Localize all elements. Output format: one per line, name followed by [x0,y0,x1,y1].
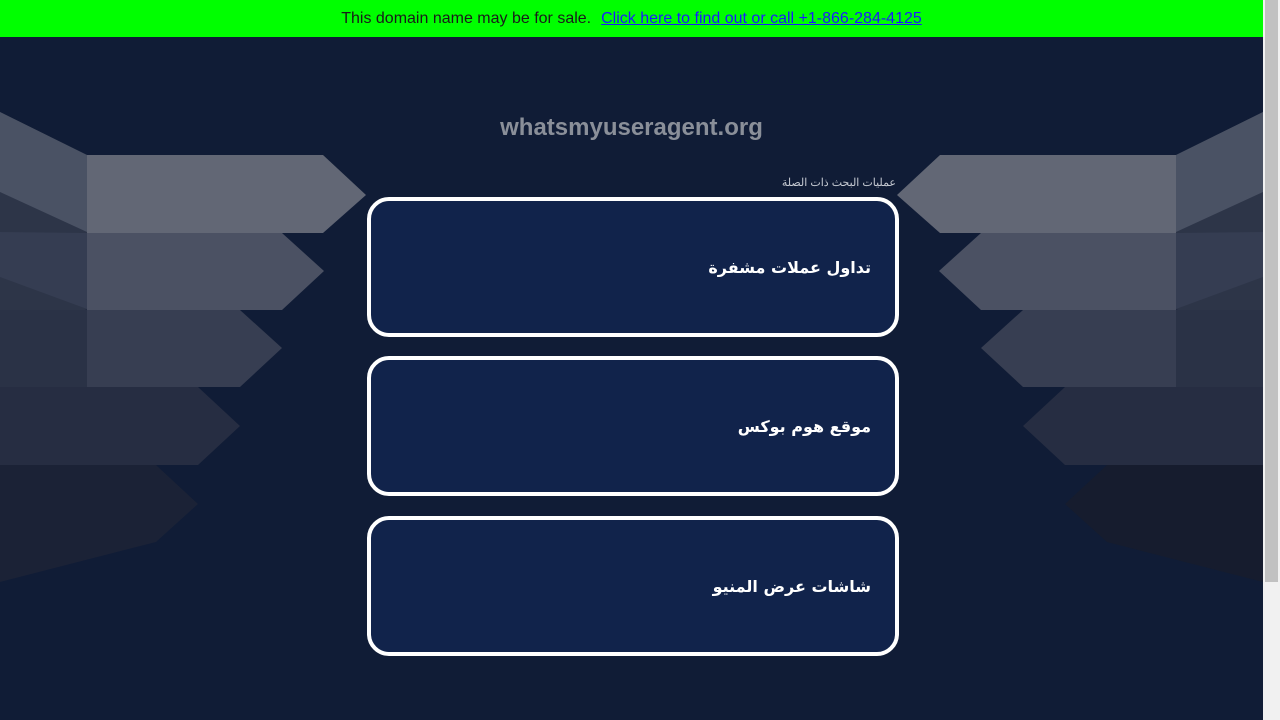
sale-notice-text: This domain name may be for sale. [341,9,592,27]
scrollbar-thumb[interactable] [1265,0,1278,582]
domain-sale-banner: This domain name may be for sale. Click … [0,0,1263,37]
site-title: whatsmyuseragent.org [500,114,763,141]
related-search-label: تداول عملات مشفرة [708,257,871,277]
related-search-item-3[interactable]: شاشات عرض المنيو [367,516,899,656]
page-viewport: This domain name may be for sale. Click … [0,0,1263,720]
related-search-item-1[interactable]: تداول عملات مشفرة [367,197,899,337]
related-search-item-2[interactable]: موقع هوم بوكس [367,356,899,496]
sale-inquiry-link[interactable]: Click here to find out or call +1-866-28… [601,10,922,28]
related-searches-label: عمليات البحث ذات الصلة [781,177,896,189]
related-search-label: موقع هوم بوكس [737,416,871,436]
vertical-scrollbar[interactable] [1263,0,1280,720]
related-search-label: شاشات عرض المنيو [712,576,871,596]
